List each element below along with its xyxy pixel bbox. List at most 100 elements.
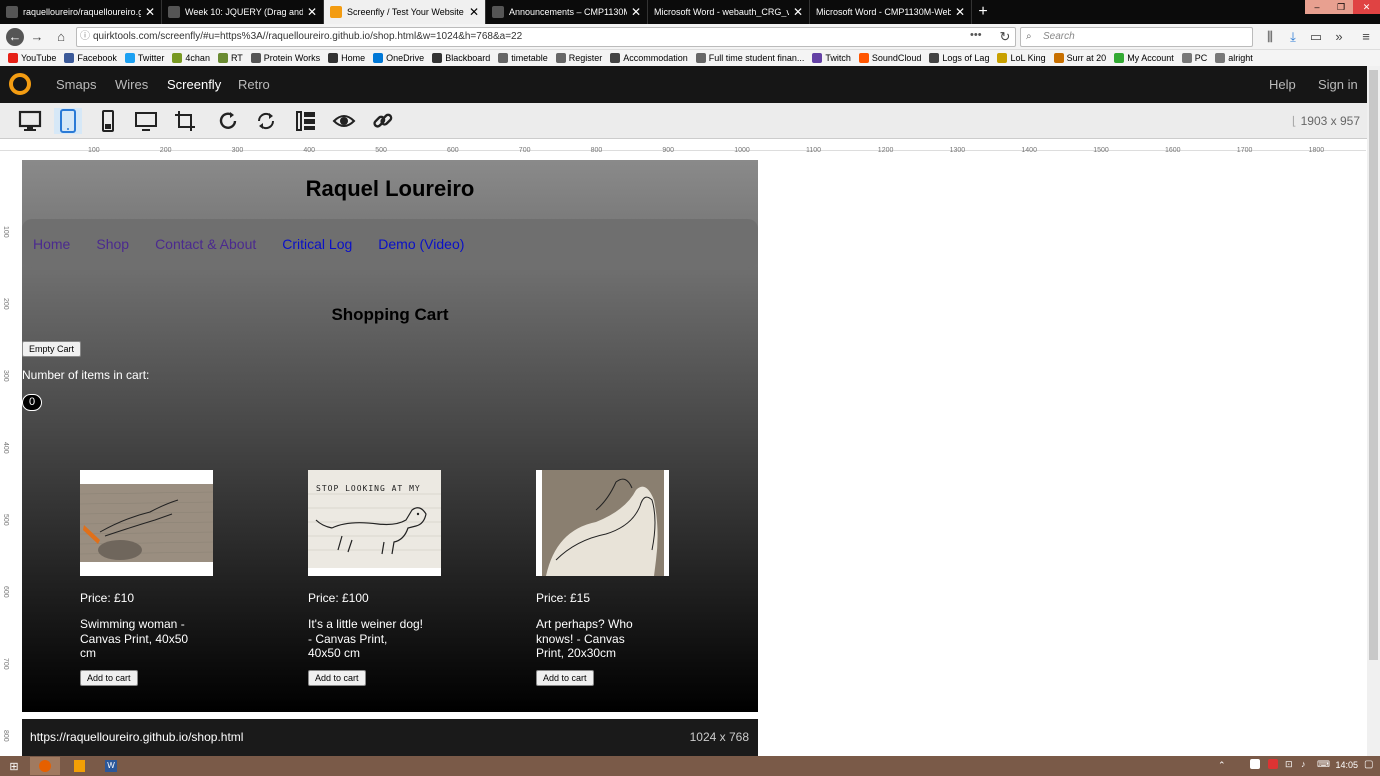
nav-smaps[interactable]: Smaps — [56, 77, 96, 92]
bookmark-label: LoL King — [1010, 53, 1046, 63]
browser-tab-active[interactable]: Screenfly / Test Your Website a ✕ — [324, 0, 486, 24]
tv-icon[interactable] — [132, 108, 160, 134]
library-icon[interactable]: ⫼ — [1261, 28, 1279, 46]
page-actions-icon[interactable]: ••• — [970, 29, 982, 41]
search-input[interactable]: ⌕ Search — [1020, 27, 1253, 47]
sign-in-link[interactable]: Sign in — [1318, 77, 1358, 92]
close-icon[interactable]: ✕ — [307, 5, 317, 19]
keyboard-icon[interactable]: ⌨ — [1317, 759, 1330, 770]
mobile-icon[interactable] — [94, 108, 122, 134]
url-bar[interactable]: ⓘ quirktools.com/screenfly/#u=https%3A//… — [76, 27, 1016, 47]
notifications-icon[interactable]: ▢ — [1364, 759, 1373, 770]
forward-icon[interactable]: → — [28, 28, 46, 46]
menu-icon[interactable]: ≡ — [1357, 28, 1375, 46]
close-icon[interactable]: ✕ — [145, 5, 155, 19]
site-nav-critical-log[interactable]: Critical Log — [282, 236, 352, 252]
browser-tab[interactable]: raquelloureiro/raquelloureiro.git ✕ — [0, 0, 162, 24]
download-icon[interactable]: ⤓ — [1284, 28, 1302, 46]
browser-tab[interactable]: Week 10: JQUERY (Drag and drop)✕ — [162, 0, 324, 24]
preview-icon[interactable] — [330, 108, 358, 134]
bookmark-icon — [555, 53, 566, 63]
bookmark-item[interactable]: Logs of Lag — [929, 53, 989, 63]
nav-screenfly[interactable]: Screenfly — [167, 77, 221, 92]
close-icon[interactable]: ✕ — [793, 5, 803, 19]
bookmark-item[interactable]: Twitch — [812, 53, 851, 63]
back-icon[interactable]: ← — [6, 28, 24, 46]
new-tab-button[interactable]: + — [972, 0, 994, 24]
refresh-icon[interactable] — [214, 108, 242, 134]
bookmark-item[interactable]: Twitter — [124, 53, 164, 63]
bookmark-item[interactable]: timetable — [498, 53, 548, 63]
volume-icon[interactable]: ♪ — [1301, 759, 1306, 769]
nav-wires[interactable]: Wires — [115, 77, 148, 92]
reload-icon[interactable]: ↻ — [996, 28, 1014, 46]
bookmark-item[interactable]: Accommodation — [610, 53, 688, 63]
bookmark-label: 4chan — [185, 53, 210, 63]
add-to-cart-button[interactable]: Add to cart — [536, 670, 594, 686]
bookmark-item[interactable]: OneDrive — [373, 53, 424, 63]
info-icon[interactable]: ⓘ — [80, 28, 90, 46]
link-icon[interactable] — [369, 108, 397, 134]
rotate-icon[interactable] — [252, 108, 280, 134]
sublime-icon[interactable] — [64, 757, 94, 775]
help-link[interactable]: Help — [1269, 77, 1296, 92]
product-image[interactable] — [80, 470, 213, 576]
bookmark-item[interactable]: YouTube — [8, 53, 56, 63]
search-placeholder: Search — [1043, 31, 1075, 42]
scrollbar-thumb[interactable] — [1369, 70, 1378, 660]
nav-retro[interactable]: Retro — [238, 77, 270, 92]
bookmark-item[interactable]: Home — [328, 53, 365, 63]
discord-icon[interactable] — [1250, 759, 1260, 769]
close-icon[interactable]: ✕ — [469, 5, 479, 19]
bookmark-item[interactable]: Blackboard — [432, 53, 490, 63]
product-image[interactable] — [536, 470, 669, 576]
tray-app-icon[interactable] — [1268, 759, 1278, 769]
bookmark-item[interactable]: 4chan — [172, 53, 210, 63]
bookmark-item[interactable]: PC — [1181, 53, 1207, 63]
bookmark-item[interactable]: Register — [555, 53, 602, 63]
firefox-icon[interactable] — [30, 757, 60, 775]
browser-tab[interactable]: Microsoft Word - CMP1130M-Web ✕ — [810, 0, 972, 24]
bookmark-item[interactable]: Full time student finan... — [695, 53, 804, 63]
sidebar-icon[interactable]: ▭ — [1307, 28, 1325, 46]
custom-size-icon[interactable] — [171, 108, 199, 134]
bookmark-item[interactable]: alright — [1215, 53, 1253, 63]
tablet-icon[interactable] — [54, 108, 82, 134]
bookmark-item[interactable]: Protein Works — [250, 53, 320, 63]
site-nav-contact[interactable]: Contact & About — [155, 236, 256, 252]
close-icon[interactable]: ✕ — [955, 5, 965, 19]
ruler-tick: 1600 — [1165, 147, 1181, 154]
site-nav-shop[interactable]: Shop — [96, 236, 129, 252]
word-icon[interactable]: W — [96, 757, 126, 775]
add-to-cart-button[interactable]: Add to cart — [308, 670, 366, 686]
browser-tab[interactable]: Microsoft Word - webauth_CRG_v1 ✕ — [648, 0, 810, 24]
site-nav-home[interactable]: Home — [33, 236, 70, 252]
maximize-button[interactable]: ❐ — [1329, 0, 1353, 14]
bookmark-item[interactable]: LoL King — [997, 53, 1046, 63]
network-icon[interactable]: ⊡ — [1285, 759, 1293, 770]
windows-start-icon[interactable]: ⊞ — [2, 757, 26, 775]
close-window-button[interactable]: ✕ — [1353, 0, 1380, 14]
quirktools-logo-icon[interactable] — [9, 73, 31, 95]
add-to-cart-button[interactable]: Add to cart — [80, 670, 138, 686]
scroll-icon[interactable] — [292, 108, 320, 134]
bookmark-item[interactable]: Facebook — [64, 53, 117, 63]
site-nav-demo[interactable]: Demo (Video) — [378, 236, 464, 252]
browser-tab[interactable]: Announcements – CMP1130M ✕ — [486, 0, 648, 24]
overflow-icon[interactable]: » — [1330, 28, 1348, 46]
minimize-button[interactable]: – — [1305, 0, 1329, 14]
chevron-up-icon[interactable]: ⌃ — [1218, 760, 1226, 771]
home-icon[interactable]: ⌂ — [52, 28, 70, 46]
ruler-tick: 700 — [518, 147, 531, 154]
bookmark-item[interactable]: Surr at 20 — [1053, 53, 1106, 63]
bookmark-item[interactable]: My Account — [1114, 53, 1174, 63]
preview-url[interactable]: https://raquelloureiro.github.io/shop.ht… — [30, 730, 243, 744]
close-icon[interactable]: ✕ — [631, 5, 641, 19]
screenfly-icon — [330, 6, 342, 18]
bookmark-icon — [1114, 53, 1125, 63]
desktop-icon[interactable] — [16, 108, 44, 134]
bookmark-item[interactable]: RT — [217, 53, 243, 63]
product-image[interactable]: STOP LOOKING AT MY — [308, 470, 441, 576]
empty-cart-button[interactable]: Empty Cart — [22, 341, 82, 357]
bookmark-item[interactable]: SoundCloud — [858, 53, 921, 63]
